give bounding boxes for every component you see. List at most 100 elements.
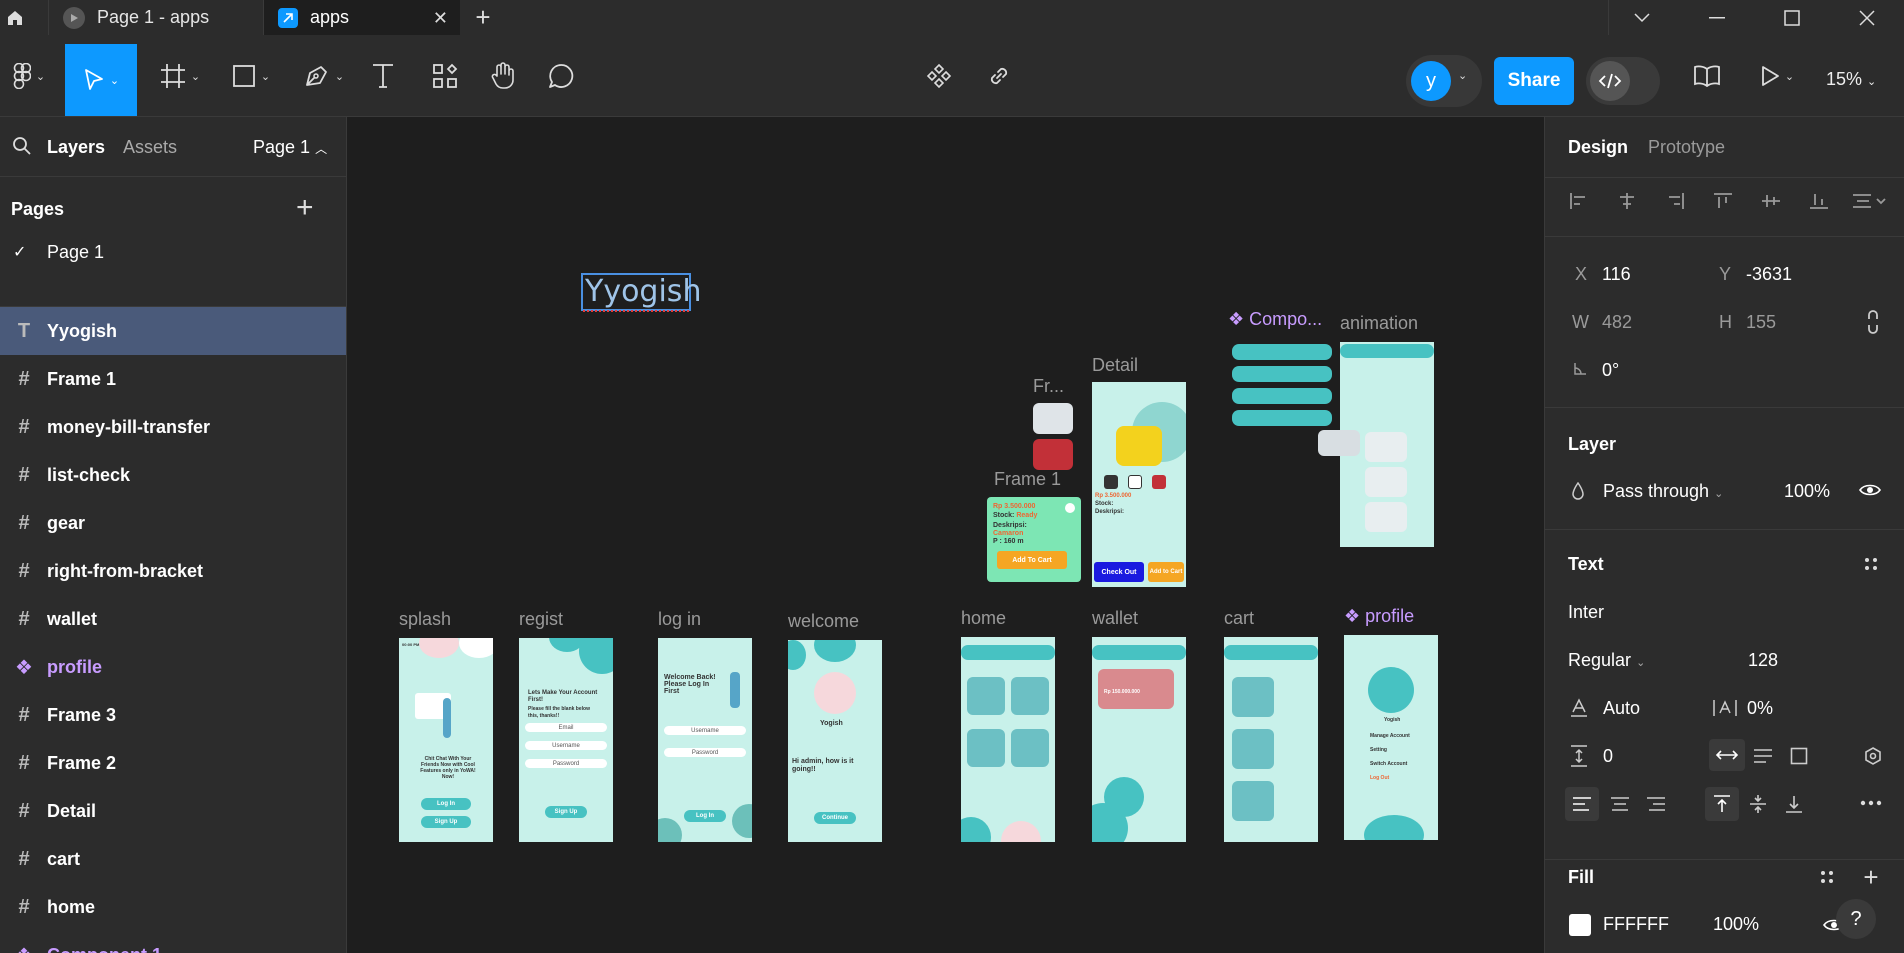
align-bottom-icon[interactable]: [1807, 189, 1831, 213]
font-weight-select[interactable]: Regular ⌄: [1568, 650, 1645, 671]
auto-height-icon[interactable]: [1749, 744, 1777, 768]
fill-styles-icon[interactable]: [1817, 867, 1837, 887]
fill-hex-input[interactable]: FFFFFF: [1603, 914, 1669, 935]
align-middle-icon[interactable]: [1759, 189, 1783, 213]
layer-item[interactable]: # Frame 3: [0, 691, 346, 739]
line-height-input[interactable]: Auto: [1603, 698, 1640, 719]
close-icon[interactable]: [1065, 503, 1075, 513]
align-top-icon[interactable]: [1711, 189, 1735, 213]
layer-item[interactable]: # Frame 1: [0, 355, 346, 403]
vertical-align-top-icon[interactable]: [1705, 787, 1739, 821]
constrain-proportions-icon[interactable]: [1861, 309, 1885, 335]
username-field[interactable]: Username: [664, 726, 746, 735]
frame-welcome[interactable]: Yogish Hi admin, how is it going!! Conti…: [788, 640, 882, 842]
login-button[interactable]: Log In: [421, 798, 471, 810]
eye-icon[interactable]: [1857, 479, 1883, 501]
text-align-left-icon[interactable]: [1565, 787, 1599, 821]
frame-detail[interactable]: Rp 3.500.000 Stock: Deskripsi: Check Out…: [1092, 382, 1186, 587]
fixed-size-icon[interactable]: [1785, 744, 1813, 768]
frame-label-cart[interactable]: cart: [1224, 608, 1254, 629]
hand-tool-button[interactable]: [488, 45, 518, 107]
move-tool-button[interactable]: ⌄: [65, 44, 137, 116]
selected-text-layer[interactable]: Yyogish: [581, 273, 701, 312]
frame-regist[interactable]: Lets Make Your Account First! Please fil…: [519, 638, 613, 842]
home-icon[interactable]: [0, 0, 30, 35]
help-button[interactable]: ?: [1836, 899, 1876, 939]
minimize-icon[interactable]: [1679, 0, 1754, 35]
login-button[interactable]: Log In: [684, 810, 726, 822]
tab-apps[interactable]: apps ✕: [264, 0, 460, 35]
share-button[interactable]: Share: [1494, 57, 1574, 105]
layer-item[interactable]: # money-bill-transfer: [0, 403, 346, 451]
layer-item[interactable]: ❖ profile: [0, 643, 346, 691]
layer-item[interactable]: # cart: [0, 835, 346, 883]
add-page-button[interactable]: +: [296, 191, 314, 225]
library-button[interactable]: [1690, 45, 1724, 107]
text-align-center-icon[interactable]: [1603, 787, 1637, 821]
align-center-icon[interactable]: [1615, 189, 1639, 213]
username-field[interactable]: Username: [525, 741, 607, 750]
frame-label-profile[interactable]: ❖ profile: [1344, 606, 1414, 627]
frame-login[interactable]: Welcome Back! Please Log In First Userna…: [658, 638, 752, 842]
add-to-cart-button[interactable]: Add to Cart: [1148, 562, 1184, 582]
auto-width-icon[interactable]: [1709, 739, 1745, 771]
search-icon[interactable]: [12, 136, 32, 161]
frame-cart[interactable]: [1224, 637, 1318, 842]
fill-opacity-input[interactable]: 100%: [1713, 914, 1759, 935]
frame-splash[interactable]: 00:00 PM Chit Chat With Your Friends Now…: [399, 638, 493, 842]
tab-page-1-apps[interactable]: Page 1 - apps: [48, 0, 264, 35]
color-swatch[interactable]: [1128, 475, 1142, 489]
align-right-icon[interactable]: [1663, 189, 1687, 213]
blend-mode-select[interactable]: Pass through ⌄: [1603, 481, 1723, 502]
frame-label-wallet[interactable]: wallet: [1092, 608, 1138, 629]
password-field[interactable]: Password: [525, 759, 607, 768]
pen-tool-button[interactable]: ⌄: [298, 45, 350, 107]
y-input[interactable]: -3631: [1746, 264, 1792, 285]
x-input[interactable]: 116: [1602, 264, 1631, 285]
layer-item[interactable]: # home: [0, 883, 346, 931]
text-styles-icon[interactable]: [1861, 554, 1881, 574]
tab-prototype[interactable]: Prototype: [1648, 137, 1725, 158]
layer-item[interactable]: # wallet: [0, 595, 346, 643]
frame-label-home[interactable]: home: [961, 608, 1006, 629]
letter-spacing-input[interactable]: 0%: [1747, 698, 1773, 719]
frame-1[interactable]: Rp 3.500.000 Stock: Ready Deskripsi: Cam…: [987, 497, 1081, 582]
present-button[interactable]: ⌄: [1754, 45, 1800, 107]
tab-assets[interactable]: Assets: [123, 137, 177, 158]
layer-item[interactable]: # gear: [0, 499, 346, 547]
zoom-level[interactable]: 15% ⌄: [1826, 69, 1876, 90]
layer-opacity-input[interactable]: 100%: [1784, 481, 1830, 502]
frame-label-detail[interactable]: Detail: [1092, 355, 1138, 376]
layer-item[interactable]: T Yyogish: [0, 307, 346, 355]
signup-button[interactable]: Sign Up: [545, 806, 587, 818]
new-tab-button[interactable]: +: [466, 0, 500, 35]
frame-label-regist[interactable]: regist: [519, 609, 563, 630]
comment-tool-button[interactable]: [546, 45, 576, 107]
frame-label-animation[interactable]: animation: [1340, 313, 1418, 334]
page-selector[interactable]: Page 1 ︿: [253, 137, 327, 158]
font-family-select[interactable]: Inter: [1568, 602, 1604, 623]
align-left-icon[interactable]: [1567, 189, 1591, 213]
h-input[interactable]: 155: [1746, 312, 1776, 333]
canvas[interactable]: Yyogish ❖ Compo... animation Detail Fr..…: [348, 117, 1544, 953]
maximize-icon[interactable]: [1754, 0, 1829, 35]
chevron-down-icon[interactable]: ⌄: [1458, 69, 1467, 82]
font-size-input[interactable]: 128: [1748, 650, 1778, 671]
type-settings-icon[interactable]: [1861, 744, 1885, 768]
frame-label-splash[interactable]: splash: [399, 609, 451, 630]
link-button[interactable]: [984, 45, 1014, 107]
layer-item[interactable]: # list-check: [0, 451, 346, 499]
frame-label-welcome[interactable]: welcome: [788, 611, 859, 632]
chevron-down-icon[interactable]: [1604, 0, 1679, 35]
frame-label-fr[interactable]: Fr...: [1033, 376, 1064, 397]
password-field[interactable]: Password: [664, 748, 746, 757]
paragraph-spacing-input[interactable]: 0: [1603, 746, 1613, 767]
text-align-right-icon[interactable]: [1639, 787, 1673, 821]
add-to-cart-button[interactable]: Add To Cart: [997, 551, 1067, 569]
signup-button[interactable]: Sign Up: [421, 816, 471, 828]
vertical-align-middle-icon[interactable]: [1741, 787, 1775, 821]
frame-tool-button[interactable]: ⌄: [155, 45, 205, 107]
text-tool-button[interactable]: [368, 45, 398, 107]
frame-label-login[interactable]: log in: [658, 609, 701, 630]
fill-color-swatch[interactable]: [1569, 914, 1591, 936]
